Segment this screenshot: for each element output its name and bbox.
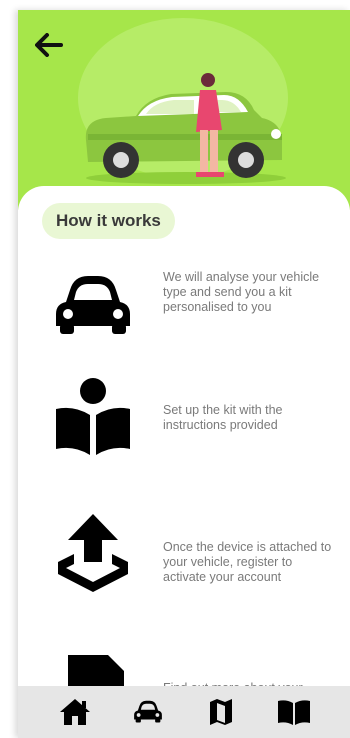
map-icon — [209, 699, 232, 725]
book-icon — [277, 700, 310, 725]
hero-banner — [18, 10, 350, 210]
car-icon — [56, 276, 130, 334]
home-icon — [59, 699, 90, 725]
nav-vehicle[interactable] — [128, 692, 168, 732]
nav-home[interactable] — [55, 692, 95, 732]
back-button[interactable] — [32, 28, 66, 62]
step-description: Set up the kit with the instructions pro… — [163, 403, 283, 432]
app-screen: How it works We will analyse your vehicl… — [18, 10, 350, 738]
bottom-navigation — [18, 686, 350, 738]
arrow-left-icon — [35, 33, 63, 57]
upload-box-icon — [58, 514, 128, 592]
car-illustration — [85, 73, 286, 184]
reader-book-icon — [56, 378, 130, 455]
section-title: How it works — [42, 203, 175, 239]
step-description: We will analyse your vehicle type and se… — [163, 270, 320, 314]
nav-map[interactable] — [201, 692, 241, 732]
nav-guide[interactable] — [274, 692, 314, 732]
step-description: Once the device is attached to your vehi… — [163, 540, 332, 584]
car-icon — [133, 700, 162, 723]
